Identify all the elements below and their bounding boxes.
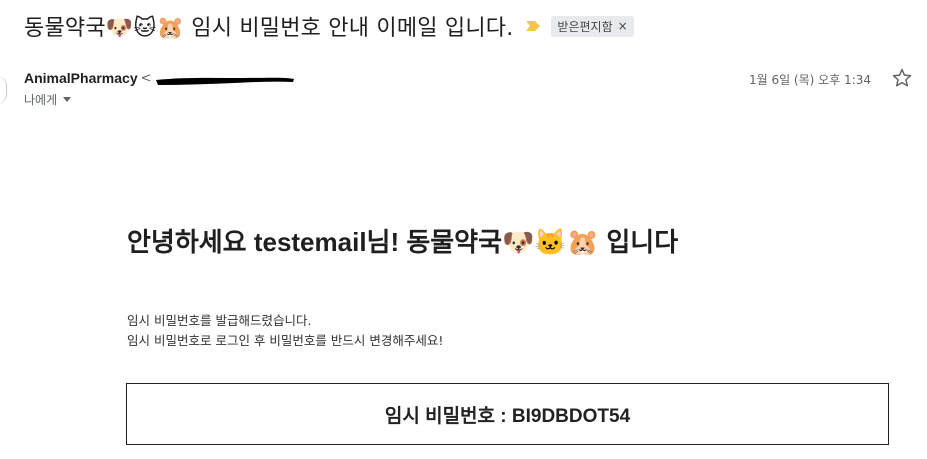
recipient-label: 나에게 — [24, 93, 58, 107]
temporary-password-box: 임시 비밀번호 : BI9DBDOT54 — [126, 383, 889, 445]
body-line-issued: 임시 비밀번호를 발급해드렸습니다. — [127, 313, 312, 328]
caret-down-icon — [63, 97, 72, 102]
email-subject: 동물약국🐶🐱🐹 임시 비밀번호 안내 이메일 입니다. — [24, 16, 514, 41]
label-chip-remove-button[interactable]: × — [618, 19, 628, 33]
sender-address-open: < — [140, 70, 152, 86]
recipient-details-toggle[interactable]: 나에게 — [24, 91, 72, 108]
body-line-instruction: 임시 비밀번호로 로그인 후 비밀번호를 반드시 변경해주세요! — [127, 333, 444, 348]
importance-marker-icon[interactable] — [525, 20, 541, 32]
label-chip-text: 받은편지함 — [557, 19, 613, 34]
collapsed-message-edge — [0, 76, 7, 104]
sender-row: AnimalPharmacy < — [24, 70, 296, 86]
star-icon[interactable] — [891, 67, 913, 89]
label-chip-inbox[interactable]: 받은편지함 × — [551, 15, 634, 37]
redacted-sender-address — [154, 72, 296, 85]
greeting-heading: 안녕하세요 testemail님! 동물약국🐶🐱🐹 입니다 — [127, 227, 679, 257]
body-paragraph: 임시 비밀번호를 발급해드렸습니다. 임시 비밀번호로 로그인 후 비밀번호를 … — [127, 311, 443, 351]
sender-name[interactable]: AnimalPharmacy — [24, 70, 138, 86]
email-date: 1월 6일 (목) 오후 1:34 — [748, 73, 871, 87]
subject-row: 동물약국🐶🐱🐹 임시 비밀번호 안내 이메일 입니다. 받은편지함 × — [24, 8, 634, 44]
temporary-password-text: 임시 비밀번호 : BI9DBDOT54 — [384, 405, 631, 427]
